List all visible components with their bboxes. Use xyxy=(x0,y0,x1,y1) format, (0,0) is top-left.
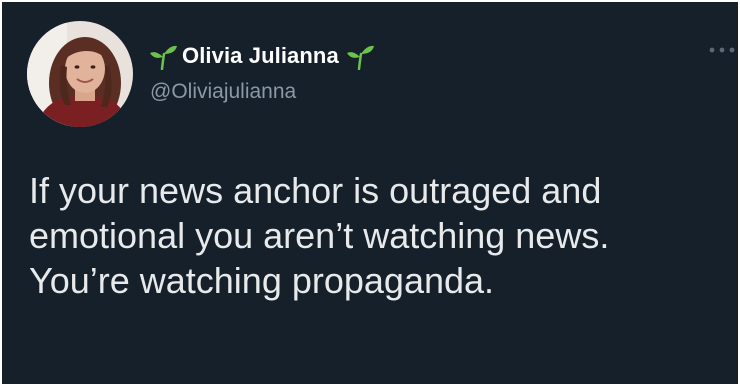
sprout-icon xyxy=(148,42,178,70)
more-options-icon[interactable] xyxy=(708,44,736,56)
avatar[interactable] xyxy=(27,21,133,127)
author-handle[interactable]: @Oliviajulianna xyxy=(150,80,296,104)
author-name-row[interactable]: Olivia Julianna xyxy=(148,40,375,72)
author-display-name[interactable]: Olivia Julianna xyxy=(182,43,339,69)
tweet-card: Olivia Julianna @Oliviajulianna If your … xyxy=(2,2,738,384)
tweet-text: If your news anchor is outraged and emot… xyxy=(29,170,610,301)
sprout-icon xyxy=(345,42,375,70)
